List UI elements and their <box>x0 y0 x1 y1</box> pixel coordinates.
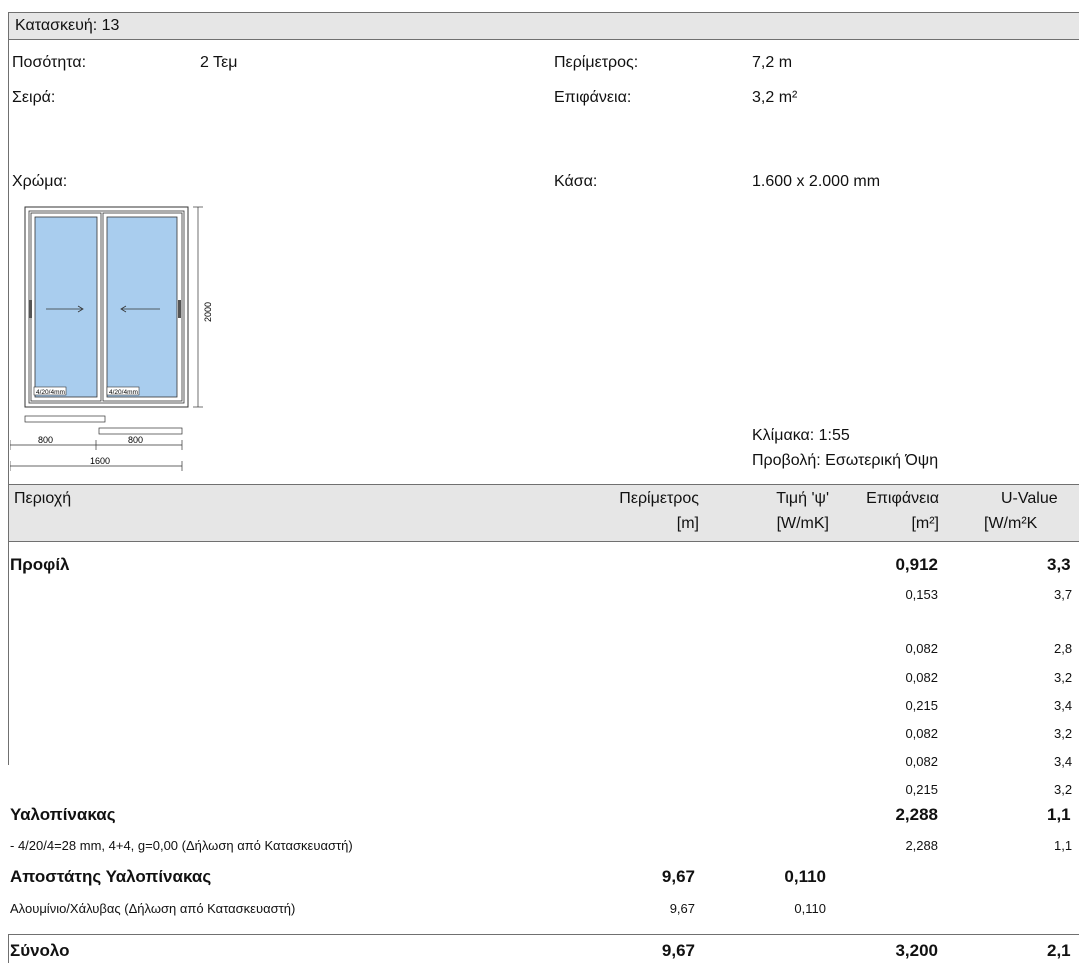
quantity-value: 2 Τεμ <box>200 54 238 71</box>
spacer-row-psi: 0,110 <box>794 901 826 916</box>
profile-row-surface: 0,153 <box>905 587 938 602</box>
width-total-label: 1600 <box>90 456 110 466</box>
surface-value: 3,2 m² <box>752 89 798 106</box>
glass-label-left: 4/20/4mm <box>36 389 65 396</box>
glazing-surface: 2,288 <box>895 805 938 824</box>
glazing-label: Υαλοπίνακας <box>10 805 116 824</box>
glazing-row-label: - 4/20/4=28 mm, 4+4, g=0,00 (Δήλωση από … <box>10 838 353 853</box>
col-surface-header: Επιφάνεια <box>866 490 939 507</box>
profile-label: Προφίλ <box>10 555 70 574</box>
table-left-border <box>8 542 9 765</box>
col-uvalue-unit: [W/m²K <box>984 515 1038 532</box>
right-handle-icon <box>178 300 181 318</box>
profile-row-surface: 0,082 <box>905 754 938 769</box>
series-label: Σειρά: <box>12 89 56 106</box>
glass-label-right: 4/20/4mm <box>109 389 138 396</box>
total-label: Σύνολο <box>10 941 70 960</box>
total-uvalue: 2,1 <box>1047 941 1071 960</box>
col-area-header: Περιοχή <box>14 490 72 507</box>
profile-row-surface: 0,082 <box>905 670 938 685</box>
right-glass <box>106 216 178 398</box>
color-label: Χρώμα: <box>12 173 68 190</box>
left-glass <box>34 216 98 398</box>
width-right-label: 800 <box>128 435 143 445</box>
left-sill <box>24 415 106 423</box>
total-surface: 3,200 <box>895 941 938 960</box>
width-left-label: 800 <box>38 435 53 445</box>
table-header: Περιοχή Περίμετρος [m] Τιμή 'ψ' [W/mK] Ε… <box>8 484 1079 542</box>
total-perimeter: 9,67 <box>661 941 695 960</box>
col-perimeter-unit: [m] <box>676 515 699 532</box>
profile-row-uvalue: 3,2 <box>1054 782 1073 797</box>
profile-row-uvalue: 3,2 <box>1054 726 1073 741</box>
construction-title: Κατασκευή: 13 <box>15 17 120 34</box>
frame-value: 1.600 x 2.000 mm <box>752 173 881 190</box>
profile-uvalue: 3,3 <box>1047 555 1071 574</box>
spacer-row-label: Αλουμίνιο/Χάλυβας (Δήλωση από Κατασκευασ… <box>10 901 296 916</box>
col-perimeter-header: Περίμετρος <box>619 490 699 507</box>
glazing-row-surface: 2,288 <box>905 838 938 853</box>
profile-row-surface: 0,215 <box>905 782 938 797</box>
profile-row-surface: 0,215 <box>905 698 938 713</box>
right-sill <box>98 427 183 435</box>
col-uvalue-header: U-Value <box>1001 490 1058 507</box>
info-left-border <box>8 40 9 484</box>
profile-row-uvalue: 3,7 <box>1054 587 1073 602</box>
scale-text: Κλίμακα: 1:55 <box>752 427 850 444</box>
glazing-uvalue: 1,1 <box>1047 805 1071 824</box>
profile-row-surface: 0,082 <box>905 726 938 741</box>
perimeter-value: 7,2 m <box>752 54 793 71</box>
col-surface-unit: [m²] <box>911 515 939 532</box>
col-psi-unit: [W/mK] <box>776 515 829 532</box>
construction-header: Κατασκευή: 13 <box>8 12 1079 40</box>
profile-surface: 0,912 <box>895 555 938 574</box>
glazing-row-uvalue: 1,1 <box>1054 838 1073 853</box>
left-handle-icon <box>29 300 32 318</box>
height-dimension-label: 2000 <box>203 302 213 322</box>
surface-label: Επιφάνεια: <box>554 89 632 106</box>
spacer-row-perimeter: 9,67 <box>669 901 695 916</box>
profile-row-uvalue: 3,4 <box>1054 698 1073 713</box>
profile-row-uvalue: 3,4 <box>1054 754 1073 769</box>
profile-row-uvalue: 3,2 <box>1054 670 1073 685</box>
window-drawing: 4/20/4mm 4/20/4mm 2000 800 800 1600 <box>10 206 213 471</box>
profile-row-uvalue: 2,8 <box>1054 641 1073 656</box>
spacer-perimeter: 9,67 <box>661 867 695 886</box>
view-text: Προβολή: Εσωτερική Όψη <box>752 452 939 469</box>
spacer-psi: 0,110 <box>784 867 826 886</box>
total-separator <box>8 934 1079 935</box>
frame-label: Κάσα: <box>554 173 598 190</box>
profile-row-surface: 0,082 <box>905 641 938 656</box>
quantity-label: Ποσότητα: <box>12 54 87 71</box>
col-psi-header: Τιμή 'ψ' <box>776 490 829 507</box>
spacer-label: Αποστάτης Υαλοπίνακας <box>10 867 212 886</box>
perimeter-label: Περίμετρος: <box>554 54 639 71</box>
